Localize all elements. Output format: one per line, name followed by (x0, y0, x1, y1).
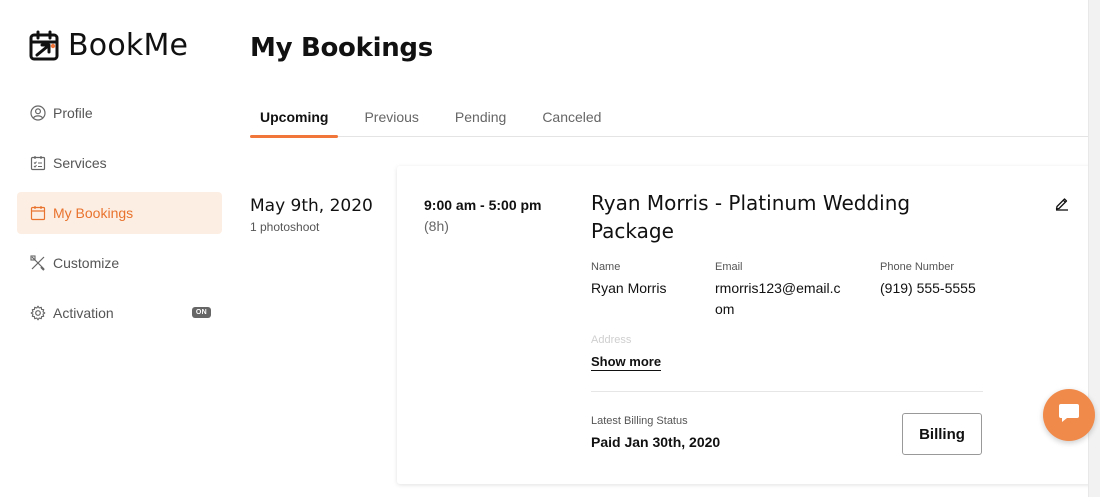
sidebar-item-customize[interactable]: Customize (17, 242, 222, 284)
sidebar-item-label: Profile (53, 105, 93, 121)
sidebar-item-label: Services (53, 155, 107, 171)
booking-tabs: Upcoming Previous Pending Canceled (250, 100, 1088, 138)
user-circle-icon (30, 105, 46, 121)
sidebar-item-my-bookings[interactable]: My Bookings (17, 192, 222, 234)
checklist-icon (30, 155, 46, 171)
billing-button[interactable]: Billing (902, 413, 982, 455)
chat-bubble-icon (1056, 400, 1082, 431)
sidebar-nav: Profile Services My Bookings Customize A… (17, 92, 222, 342)
booking-duration: (8h) (424, 218, 449, 234)
tab-previous[interactable]: Previous (364, 100, 418, 137)
activation-status-badge: ON (191, 307, 211, 318)
name-value: Ryan Morris (591, 280, 667, 296)
divider (591, 391, 983, 392)
sidebar-item-label: Activation (53, 305, 114, 321)
chat-button[interactable] (1043, 389, 1095, 441)
booking-date: May 9th, 2020 (250, 196, 373, 216)
tab-upcoming[interactable]: Upcoming (250, 100, 339, 138)
brand-name: BookMe (68, 28, 189, 63)
email-value: rmorris123@email.com (715, 280, 841, 317)
booking-card: 9:00 am - 5:00 pm (8h) Ryan Morris - Pla… (397, 166, 1097, 484)
phone-label: Phone Number (880, 261, 954, 273)
show-more-link[interactable]: Show more (591, 354, 662, 371)
tools-icon (30, 255, 46, 271)
billing-status-label: Latest Billing Status (591, 415, 688, 427)
brand-logo[interactable]: BookMe (28, 28, 188, 63)
booking-title: Ryan Morris - Platinum Wedding Package (591, 191, 911, 243)
billing-status-value: Paid Jan 30th, 2020 (591, 434, 721, 450)
calendar-logo-icon (28, 30, 60, 62)
sidebar-item-label: Customize (53, 255, 120, 271)
edit-pencil-icon[interactable] (1054, 195, 1070, 211)
tab-pending[interactable]: Pending (455, 100, 506, 137)
address-label: Address (591, 334, 632, 346)
sidebar-item-profile[interactable]: Profile (17, 92, 222, 134)
booking-count: 1 photoshoot (250, 220, 320, 234)
phone-value: (919) 555-5555 (880, 280, 976, 296)
page-title: My Bookings (250, 33, 433, 63)
calendar-icon (30, 205, 46, 221)
tab-canceled[interactable]: Canceled (542, 100, 601, 137)
gear-icon (30, 305, 46, 321)
booking-time: 9:00 am - 5:00 pm (424, 197, 542, 213)
sidebar-item-activation[interactable]: Activation ON (17, 292, 222, 334)
name-label: Name (591, 261, 621, 273)
email-label: Email (715, 261, 743, 273)
sidebar-item-services[interactable]: Services (17, 142, 222, 184)
sidebar-item-label: My Bookings (53, 205, 134, 221)
